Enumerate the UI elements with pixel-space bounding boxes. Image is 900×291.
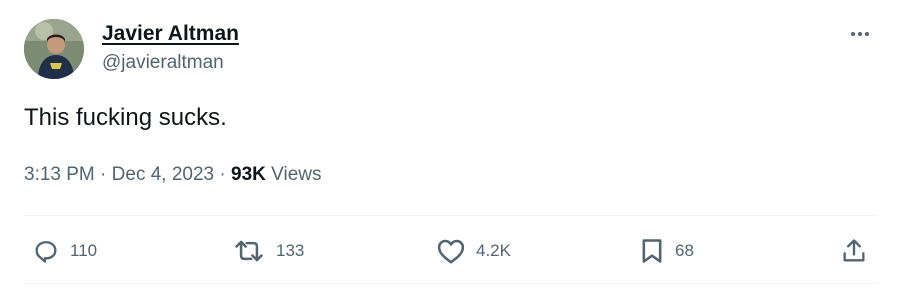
avatar-image (24, 19, 84, 79)
divider (24, 215, 878, 216)
views-label: Views (271, 164, 322, 185)
bookmark-count: 68 (675, 241, 694, 260)
tweet-date[interactable]: Dec 4, 2023 (112, 164, 214, 185)
bookmark-icon (642, 239, 662, 263)
divider (24, 283, 878, 284)
reply-icon (35, 241, 57, 263)
like-count: 4.2K (476, 241, 511, 260)
avatar[interactable] (24, 19, 84, 79)
meta-separator: · (219, 164, 226, 185)
reply-button[interactable]: 110 (32, 234, 97, 268)
meta-separator: · (100, 164, 107, 185)
views-count: 93K (231, 164, 266, 185)
author-display-name[interactable]: Javier Altman (102, 22, 239, 46)
share-icon (843, 239, 865, 262)
reply-count: 110 (70, 241, 98, 260)
tweet-meta: 3:13 PM · Dec 4, 2023 · 93K Views (24, 162, 322, 188)
tweet-text: This fucking sucks. (24, 104, 227, 131)
author-handle[interactable]: @javieraltman (102, 51, 239, 75)
repost-icon (235, 240, 263, 262)
heart-icon (437, 239, 465, 264)
repost-button[interactable]: 133 (232, 234, 304, 268)
tweet-card: Javier Altman @javieraltman This fucking… (0, 0, 900, 291)
author-block: Javier Altman @javieraltman (102, 22, 239, 75)
more-options-button[interactable] (842, 22, 878, 46)
repost-count: 133 (276, 241, 305, 260)
like-button[interactable]: 4.2K (436, 234, 511, 268)
more-icon (851, 32, 869, 36)
share-button[interactable] (840, 234, 868, 268)
tweet-time[interactable]: 3:13 PM (24, 164, 95, 185)
bookmark-button[interactable]: 68 (639, 234, 694, 268)
